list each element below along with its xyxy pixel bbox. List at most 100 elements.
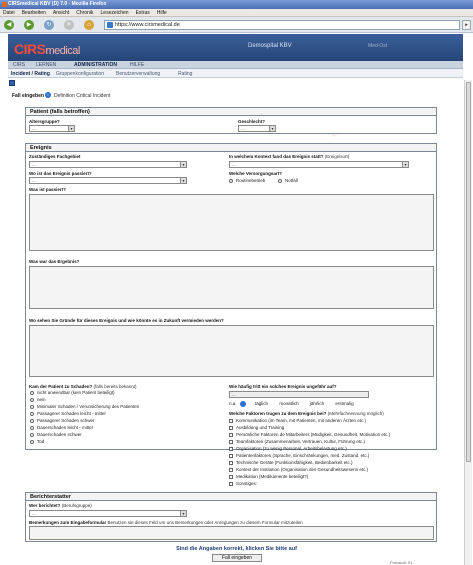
patient-section: Patient (falls betroffen) Altersgruppe? … [25,107,437,134]
radio-button[interactable] [229,178,233,183]
what-happened-label: Was ist passiert? [29,187,66,192]
reporter-select[interactable]: ... ▾ [29,510,187,517]
home-icon[interactable]: ⌂ [84,20,94,30]
subnav-incident-rating[interactable]: Incident / Rating [11,71,50,77]
result-label: Was war das Ergebnis? [29,259,80,264]
subnav-benutzerverwaltung[interactable]: Benutzerverwaltung [116,71,160,77]
care-routine-option[interactable]: Routinebetrieb [229,178,265,183]
department-select[interactable]: ... ▾ [29,161,187,168]
location-select[interactable]: ... ▾ [29,177,187,184]
stop-icon[interactable]: ✕ [64,20,74,30]
checkbox[interactable] [229,432,233,437]
harm-option[interactable]: Passagerer Schaden leicht - mittel [30,411,106,416]
user-name: Med-Ost [368,43,388,49]
nav-cirs[interactable]: CIRS [13,62,25,68]
chevron-down-icon: ▾ [180,162,186,167]
factor-option[interactable]: Kommunikation (im Team, mit Patienten, m… [229,418,366,423]
harm-option[interactable]: nein [30,397,46,402]
checkbox[interactable] [229,439,233,444]
subnav-gruppenkonfiguration[interactable]: Gruppenkonfiguration [56,71,104,77]
radio-button[interactable] [30,432,34,437]
reasons-textarea[interactable] [29,325,434,377]
radio-button[interactable] [30,411,34,416]
radio-button[interactable] [30,425,34,430]
factor-option[interactable]: Teamfaktoren (Zusammenarbeit, Vertrauen,… [229,439,365,444]
main-nav: CIRS LERNEN ADMINISTRATION HILFE [8,61,463,69]
factor-option[interactable]: Technische Geräte (Funktionsfähigkeit, B… [229,460,353,465]
checkbox[interactable] [229,467,233,472]
radio-button[interactable] [30,418,34,423]
harm-option[interactable]: Tod [30,439,44,444]
result-textarea[interactable] [29,266,434,309]
forward-icon[interactable]: ▶ [24,20,34,30]
vertical-scrollbar[interactable] [464,80,472,565]
radio-button[interactable] [30,390,34,395]
url-text: https://www.cirsmedical.de [115,22,180,28]
menu-chronik[interactable]: Chronik [76,9,93,17]
gender-select[interactable]: ... ▾ [238,125,276,132]
remarks-textarea[interactable] [29,526,434,540]
age-select[interactable]: ... ▾ [29,125,75,132]
menu-bearbeiten[interactable]: Bearbeiten [22,9,46,17]
radio-button[interactable] [30,439,34,444]
harm-label: Kam der Patient zu Schaden? (falls berei… [29,384,137,389]
checkbox[interactable] [229,460,233,465]
chevron-down-icon: ▾ [269,126,275,131]
factor-option[interactable]: Sonstiges: [229,481,257,486]
back-icon[interactable]: ◀ [4,20,14,30]
info-icon[interactable] [239,401,246,407]
care-emergency-option[interactable]: Notfall [278,178,298,183]
checkbox[interactable] [229,418,233,423]
radio-button[interactable] [278,178,282,183]
menu-lesezeichen[interactable]: Lesezeichen [101,9,129,17]
factor-option[interactable]: Organisation (zu wenig Personal, Arbeits… [229,446,347,451]
care-type-label: Welche Versorgungsart? [229,171,282,176]
harm-option[interactable]: Minimaler Schaden / Verunsicherung des P… [30,404,139,409]
nav-lernen[interactable]: LERNEN [36,62,56,68]
checkbox[interactable] [229,481,233,486]
menu-extras[interactable]: Extras [136,9,150,17]
reporter-section: Berichterstatter Wer berichtet? (Berufsg… [25,492,437,542]
checkbox[interactable] [229,453,233,458]
sub-nav: Incident / Rating Gruppenkonfiguration B… [8,69,463,78]
factor-option[interactable]: Kontext der Institution (Organisation de… [229,467,368,472]
reporter-label: Wer berichtet? (Berufsgruppe) [29,503,92,508]
reload-icon[interactable]: ↻ [44,20,54,30]
factor-option[interactable]: Ausbildung und Training [229,425,284,430]
menu-datei[interactable]: Datei [3,9,15,17]
frequency-slider[interactable]: ... [229,391,369,398]
submit-button[interactable]: Fall eingeben [212,554,262,562]
site-identity-icon[interactable] [107,22,113,28]
url-bar[interactable]: https://www.cirsmedical.de [104,20,460,30]
definition-link[interactable]: Definition Critical Incident [54,93,110,99]
context-select[interactable]: ... ▾ [229,161,409,168]
harm-option[interactable]: Dauerschaden leicht - mittel [30,425,93,430]
menu-hilfe[interactable]: Hilfe [157,9,167,17]
go-button[interactable]: ▸ [462,20,471,30]
what-happened-textarea[interactable] [29,194,434,251]
harm-option[interactable]: Passagerer Schaden schwer [30,418,95,423]
nav-hilfe[interactable]: HILFE [130,62,144,68]
radio-button[interactable] [30,404,34,409]
harm-option[interactable]: nicht anwendbar (kein Patient beteiligt) [30,390,115,395]
menu-bar: Datei Bearbeiten Ansicht Chronik Lesezeichen… [0,9,473,17]
nav-administration[interactable]: ADMINISTRATION [74,62,117,68]
factor-option[interactable]: Medikation (Medikamente beteiligt?) [229,474,308,479]
checkbox[interactable] [229,446,233,451]
chevron-down-icon: ▾ [68,126,74,131]
window-title-bar: CIRSmedical KBV (D) 7.0 - Mozilla Firefo… [0,0,473,9]
harm-option[interactable]: Dauerschaden schwer [30,432,82,437]
info-icon[interactable]: i [45,92,51,98]
menu-ansicht[interactable]: Ansicht [53,9,69,17]
reporter-section-header: Berichterstatter [26,493,436,501]
factor-option[interactable]: Persönliche Faktoren de Mitarbeiters (Mü… [229,432,390,437]
checkbox[interactable] [229,425,233,430]
radio-button[interactable] [30,397,34,402]
save-icon[interactable] [9,80,15,86]
scrollbar-thumb[interactable] [466,82,471,462]
context-label: In welchem Kontext fand das Ereignis sta… [229,154,350,159]
factor-option[interactable]: Patientenfaktoren (Sprache, Einschränkun… [229,453,369,458]
checkbox[interactable] [229,474,233,479]
submit-question: Sind die Angaben korrekt, klicken Sie bi… [176,546,297,552]
subnav-rating[interactable]: Rating [178,71,192,77]
